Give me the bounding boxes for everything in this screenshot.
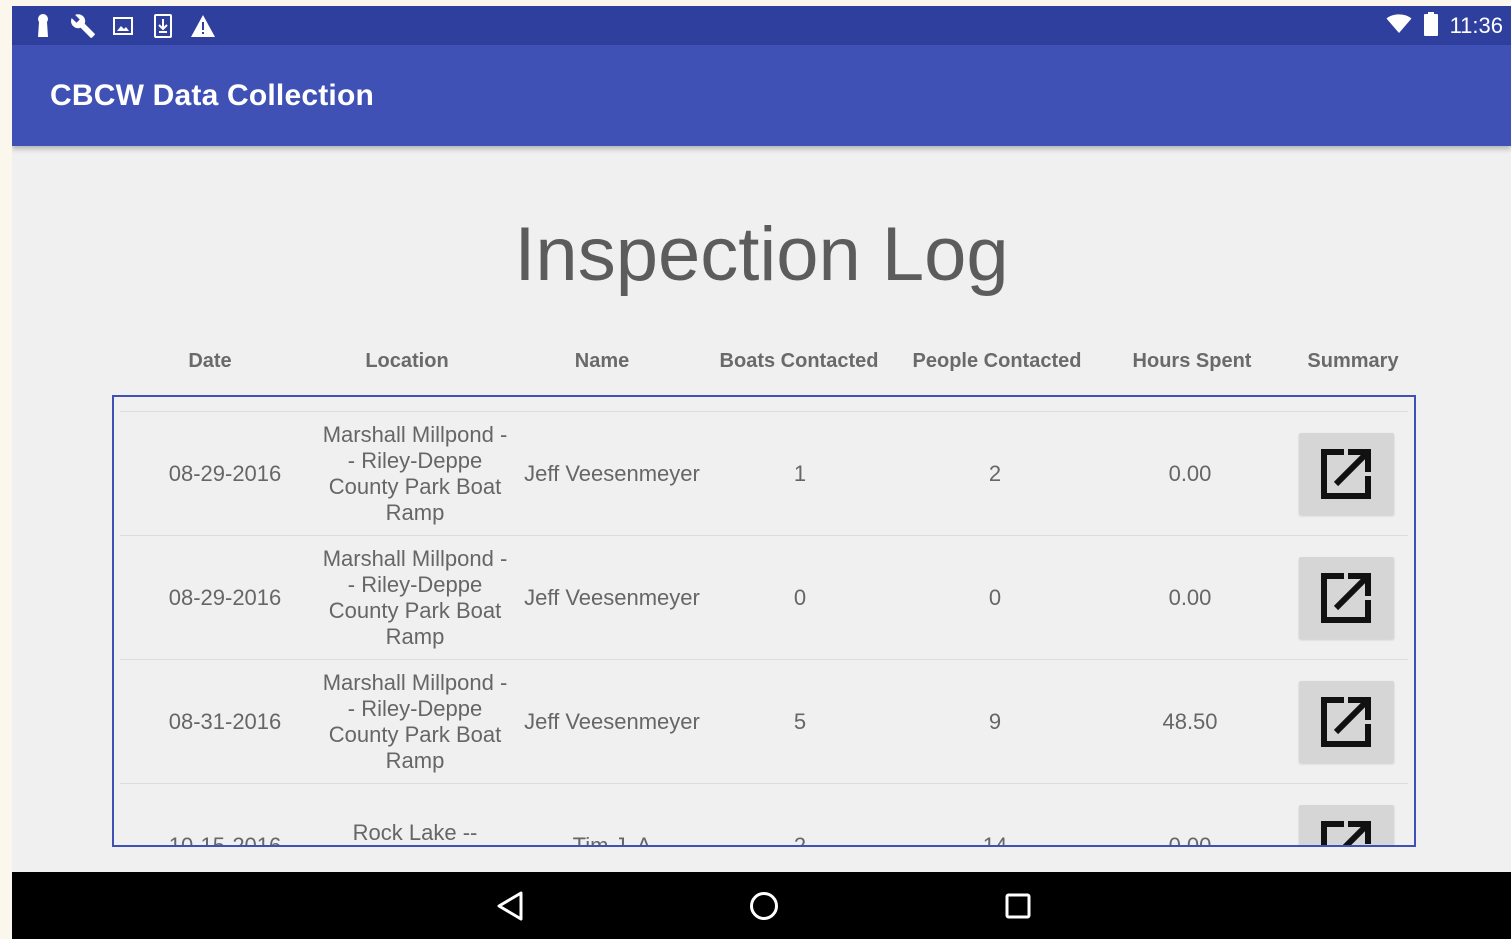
warning-icon <box>190 13 216 39</box>
row-summary-cell <box>1298 660 1394 784</box>
header-boats-contacted: Boats Contacted <box>719 350 879 372</box>
header-date: Date <box>188 350 232 372</box>
system-status: 11:36 <box>1386 10 1503 42</box>
nav-back-button[interactable] <box>494 890 526 922</box>
download-icon <box>150 13 176 39</box>
row-name: Jeff Veesenmeyer <box>524 461 700 486</box>
row-people-contacted: 0 <box>988 585 1002 610</box>
wrench-icon <box>70 13 96 39</box>
row-date: 08-29-2016 <box>168 585 282 610</box>
nav-home-button[interactable] <box>748 890 780 922</box>
row-people-contacted: 14 <box>982 833 1008 847</box>
row-hours-spent: 0.00 <box>1168 833 1212 847</box>
nav-recents-button[interactable] <box>1002 890 1034 922</box>
table-header: Date Location Name Boats Contacted Peopl… <box>112 350 1416 380</box>
row-date: 08-29-2016 <box>168 461 282 486</box>
row-date: 10-15-2016 <box>168 833 282 847</box>
row-name: Tim J. A <box>572 833 652 847</box>
image-icon <box>110 13 136 39</box>
row-boats-contacted: 1 <box>793 461 807 486</box>
header-people-contacted: People Contacted <box>912 350 1082 372</box>
table-row: 08-29-2016 Marshall Millpond -- Riley-De… <box>120 535 1408 659</box>
open-external-icon <box>1321 573 1371 623</box>
battery-icon <box>1423 12 1438 40</box>
table-body: 08-29-2016 Marshall Millpond -- Riley-De… <box>114 411 1414 847</box>
row-hours-spent: 0.00 <box>1168 585 1212 610</box>
home-circle-icon <box>750 892 778 920</box>
table-row: 10-15-2016 Rock Lake -- Access at End Of… <box>120 783 1408 847</box>
header-hours-spent: Hours Spent <box>1132 350 1252 372</box>
row-summary-cell <box>1298 412 1394 536</box>
row-date: 08-31-2016 <box>168 709 282 734</box>
row-boats-contacted: 2 <box>793 833 807 847</box>
open-external-icon <box>1321 821 1371 845</box>
row-people-contacted: 9 <box>988 709 1002 734</box>
header-summary: Summary <box>1307 350 1399 372</box>
table-row: 08-31-2016 Marshall Millpond -- Riley-De… <box>120 659 1408 783</box>
row-location: Rock Lake -- Access at End Of <box>352 820 478 845</box>
recents-square-icon <box>1005 893 1031 919</box>
status-time: 11:36 <box>1449 13 1503 38</box>
open-summary-button[interactable] <box>1298 805 1394 845</box>
open-summary-button[interactable] <box>1298 681 1394 763</box>
open-summary-button[interactable] <box>1298 433 1394 515</box>
row-summary-cell <box>1298 536 1394 660</box>
open-external-icon <box>1321 449 1371 499</box>
row-name: Jeff Veesenmeyer <box>524 585 700 610</box>
table-row: 08-29-2016 Marshall Millpond -- Riley-De… <box>120 411 1408 535</box>
open-external-icon <box>1321 697 1371 747</box>
header-location: Location <box>365 350 449 372</box>
row-location: Marshall Millpond -- Riley-Deppe County … <box>322 546 508 649</box>
open-summary-button[interactable] <box>1298 557 1394 639</box>
device-screen: 11:36 CBCW Data Collection Inspection Lo… <box>12 6 1511 939</box>
header-name: Name <box>574 350 630 372</box>
row-hours-spent: 0.00 <box>1168 461 1212 486</box>
app-title: CBCW Data Collection <box>50 79 375 112</box>
row-boats-contacted: 5 <box>793 709 807 734</box>
row-location: Marshall Millpond -- Riley-Deppe County … <box>322 422 508 525</box>
row-people-contacted: 2 <box>988 461 1002 486</box>
row-name: Jeff Veesenmeyer <box>524 709 700 734</box>
keyhole-icon <box>30 13 56 39</box>
notification-icons <box>30 12 216 40</box>
inspection-log-table[interactable]: 08-29-2016 Marshall Millpond -- Riley-De… <box>112 395 1416 847</box>
status-bar: 11:36 <box>12 6 1511 45</box>
row-location: Marshall Millpond -- Riley-Deppe County … <box>322 670 508 773</box>
row-boats-contacted: 0 <box>793 585 807 610</box>
app-bar: CBCW Data Collection <box>12 45 1511 146</box>
wifi-icon <box>1386 14 1412 38</box>
navigation-bar <box>12 872 1511 939</box>
row-summary-cell <box>1298 784 1394 845</box>
back-triangle-icon <box>497 891 523 921</box>
page-title: Inspection Log <box>514 212 1009 297</box>
row-hours-spent: 48.50 <box>1162 709 1218 734</box>
